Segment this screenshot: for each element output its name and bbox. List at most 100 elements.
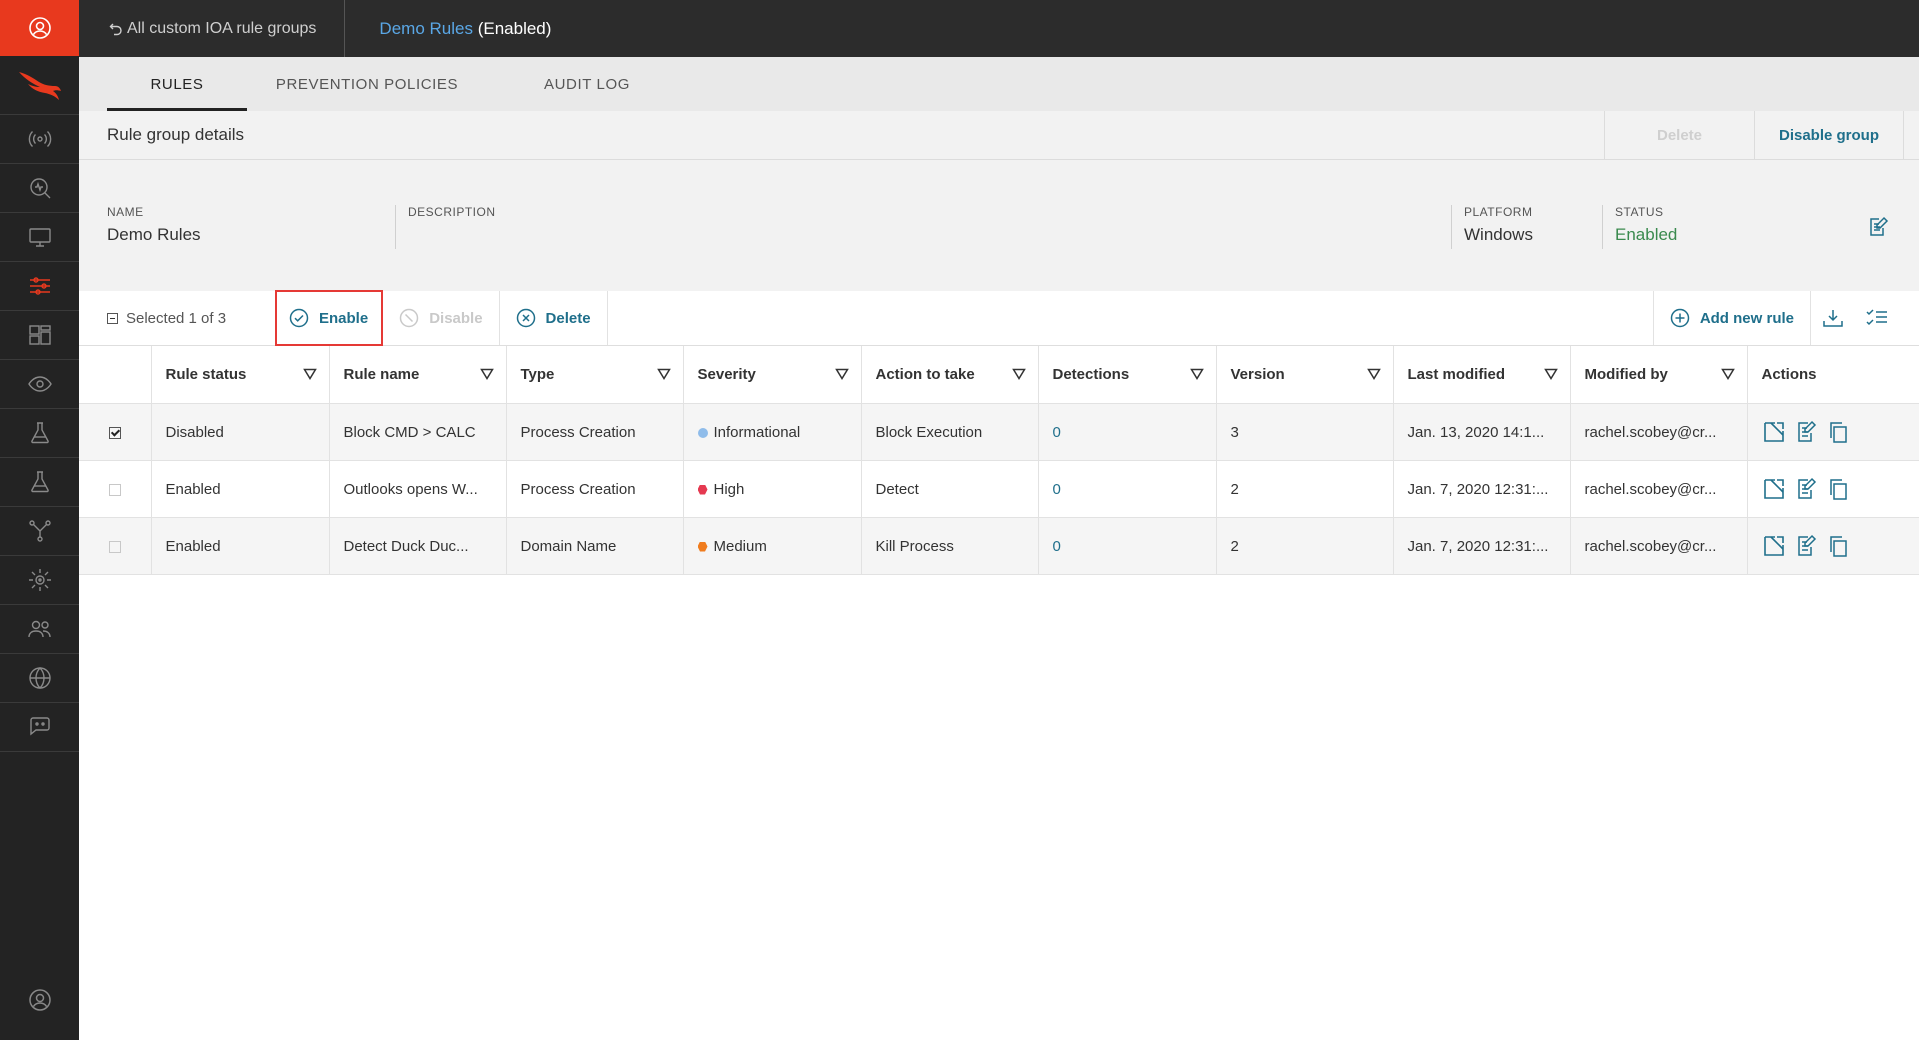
action-cell: Detect (861, 460, 1039, 518)
row-checkbox[interactable] (108, 540, 121, 553)
add-new-rule-label: Add new rule (1699, 309, 1794, 327)
duplicate-icon[interactable] (1826, 534, 1850, 558)
sort-triangle-icon[interactable] (1720, 368, 1735, 380)
modified-by-cell: rachel.scobey@cr... (1570, 460, 1748, 518)
sort-triangle-icon[interactable] (302, 368, 317, 380)
globe-gear-icon (28, 667, 51, 689)
status-label: STATUS (1615, 205, 1664, 219)
column-header[interactable]: Version (1216, 346, 1394, 404)
user-circle-icon (28, 17, 51, 39)
tab-prevention-policies[interactable]: PREVENTION POLICIES (247, 57, 487, 111)
user-circle-icon (28, 989, 51, 1011)
rule-status-cell: Enabled (151, 460, 330, 518)
delete-group-button[interactable]: Delete (1604, 111, 1754, 159)
disable-group-button[interactable]: Disable group (1754, 111, 1904, 159)
back-to-rule-groups-link[interactable]: All custom IOA rule groups (79, 0, 346, 57)
sidebar-item-flask[interactable] (0, 409, 79, 458)
column-header[interactable]: Last modified (1393, 346, 1571, 404)
sidebar-item-flask[interactable] (0, 458, 79, 507)
column-header[interactable]: Modified by (1570, 346, 1748, 404)
detections-link[interactable]: 0 (1053, 538, 1061, 555)
disable-label: Disable (429, 309, 483, 327)
open-external-icon[interactable] (1762, 534, 1786, 558)
detections-link[interactable]: 0 (1053, 481, 1061, 498)
sidebar-item-eye[interactable] (0, 360, 79, 409)
x-circle-icon (516, 308, 535, 328)
add-new-rule-button[interactable]: Add new rule (1652, 291, 1811, 345)
sun-target-icon (28, 569, 51, 591)
column-settings-button[interactable] (1855, 291, 1899, 345)
back-link-label: All custom IOA rule groups (127, 19, 317, 37)
open-external-icon[interactable] (1762, 420, 1786, 444)
sort-triangle-icon[interactable] (1366, 368, 1381, 380)
sort-triangle-icon[interactable] (656, 368, 671, 380)
edit-rule-icon[interactable] (1794, 477, 1818, 501)
sidebar-item-chat[interactable] (0, 703, 79, 752)
severity-label: High (713, 480, 745, 498)
select-all-checkbox[interactable] (107, 312, 118, 324)
sidebar-item-network[interactable] (0, 507, 79, 556)
header-checkbox-cell (79, 346, 152, 404)
table-row[interactable]: Disabled Block CMD > CALC Process Creation… (79, 403, 1919, 461)
edit-details-icon[interactable] (1867, 216, 1889, 238)
edit-rule-icon[interactable] (1794, 420, 1818, 444)
sidebar-item-users[interactable] (0, 605, 79, 654)
column-header[interactable]: Rule name (329, 346, 507, 404)
name-label: NAME (107, 205, 144, 219)
sidebar-item-monitor[interactable] (0, 213, 79, 262)
user-profile-button[interactable] (0, 0, 79, 56)
row-checkbox[interactable] (108, 483, 121, 496)
severity-dot-icon (697, 484, 708, 495)
column-header[interactable]: Action to take (861, 346, 1039, 404)
sort-triangle-icon[interactable] (834, 368, 849, 380)
rules-table: Rule status Rule name Type Severity Acti… (79, 346, 1919, 575)
modified-by-cell: rachel.scobey@cr... (1570, 403, 1748, 461)
select-all-control[interactable]: Selected 1 of 3 (107, 310, 275, 327)
duplicate-icon[interactable] (1826, 420, 1850, 444)
sidebar-item-search-activity[interactable] (0, 164, 79, 213)
column-header[interactable]: Detections (1038, 346, 1217, 404)
sidebar-item-broadcast[interactable] (0, 115, 79, 164)
sidebar-user-button[interactable] (0, 976, 79, 1024)
eye-icon (27, 376, 52, 392)
sort-triangle-icon[interactable] (1011, 368, 1026, 380)
download-tray-icon (1823, 310, 1843, 327)
sort-triangle-icon[interactable] (1189, 368, 1204, 380)
sidebar-item-dashboard[interactable] (0, 311, 79, 360)
disable-button[interactable]: Disable (383, 291, 500, 345)
column-header[interactable]: Rule status (151, 346, 330, 404)
description-label: DESCRIPTION (408, 205, 496, 219)
column-header[interactable]: Severity (683, 346, 862, 404)
network-icon (28, 520, 51, 542)
status-value: Enabled (1615, 225, 1678, 244)
check-circle-icon (289, 308, 309, 328)
detections-link[interactable]: 0 (1053, 424, 1061, 441)
export-button[interactable] (1811, 291, 1855, 345)
sort-triangle-icon[interactable] (1543, 368, 1558, 380)
rule-name-cell[interactable]: Outlooks opens W... (329, 460, 507, 518)
sidebar-item-sliders[interactable] (0, 262, 79, 311)
table-row[interactable]: Enabled Outlooks opens W... Process Creati… (79, 460, 1919, 518)
column-label: Type (520, 366, 555, 383)
enable-button[interactable]: Enable (275, 290, 384, 346)
actions-cell (1747, 517, 1919, 575)
tab-rules[interactable]: RULES (107, 57, 247, 111)
sidebar-item-globe-gear[interactable] (0, 654, 79, 703)
delete-button[interactable]: Delete (500, 291, 608, 345)
tab-audit-log[interactable]: AUDIT LOG (487, 57, 687, 111)
rule-name-cell[interactable]: Detect Duck Duc... (329, 517, 507, 575)
row-checkbox[interactable] (108, 426, 121, 439)
open-external-icon[interactable] (1762, 477, 1786, 501)
column-label: Rule status (165, 366, 247, 383)
edit-rule-icon[interactable] (1794, 534, 1818, 558)
rule-name-cell[interactable]: Block CMD > CALC (329, 403, 507, 461)
table-row[interactable]: Enabled Detect Duck Duc... Domain Name Medi… (79, 517, 1919, 575)
rules-toolbar: Selected 1 of 3 Enable Disable Delete Ad… (79, 290, 1919, 346)
sidebar-item-sun-target[interactable] (0, 556, 79, 605)
column-header[interactable]: Type (506, 346, 684, 404)
falcon-logo[interactable] (0, 56, 79, 115)
search-activity-icon (29, 178, 50, 199)
duplicate-icon[interactable] (1826, 477, 1850, 501)
sort-triangle-icon[interactable] (479, 368, 494, 380)
selected-count: Selected 1 of 3 (126, 309, 227, 327)
